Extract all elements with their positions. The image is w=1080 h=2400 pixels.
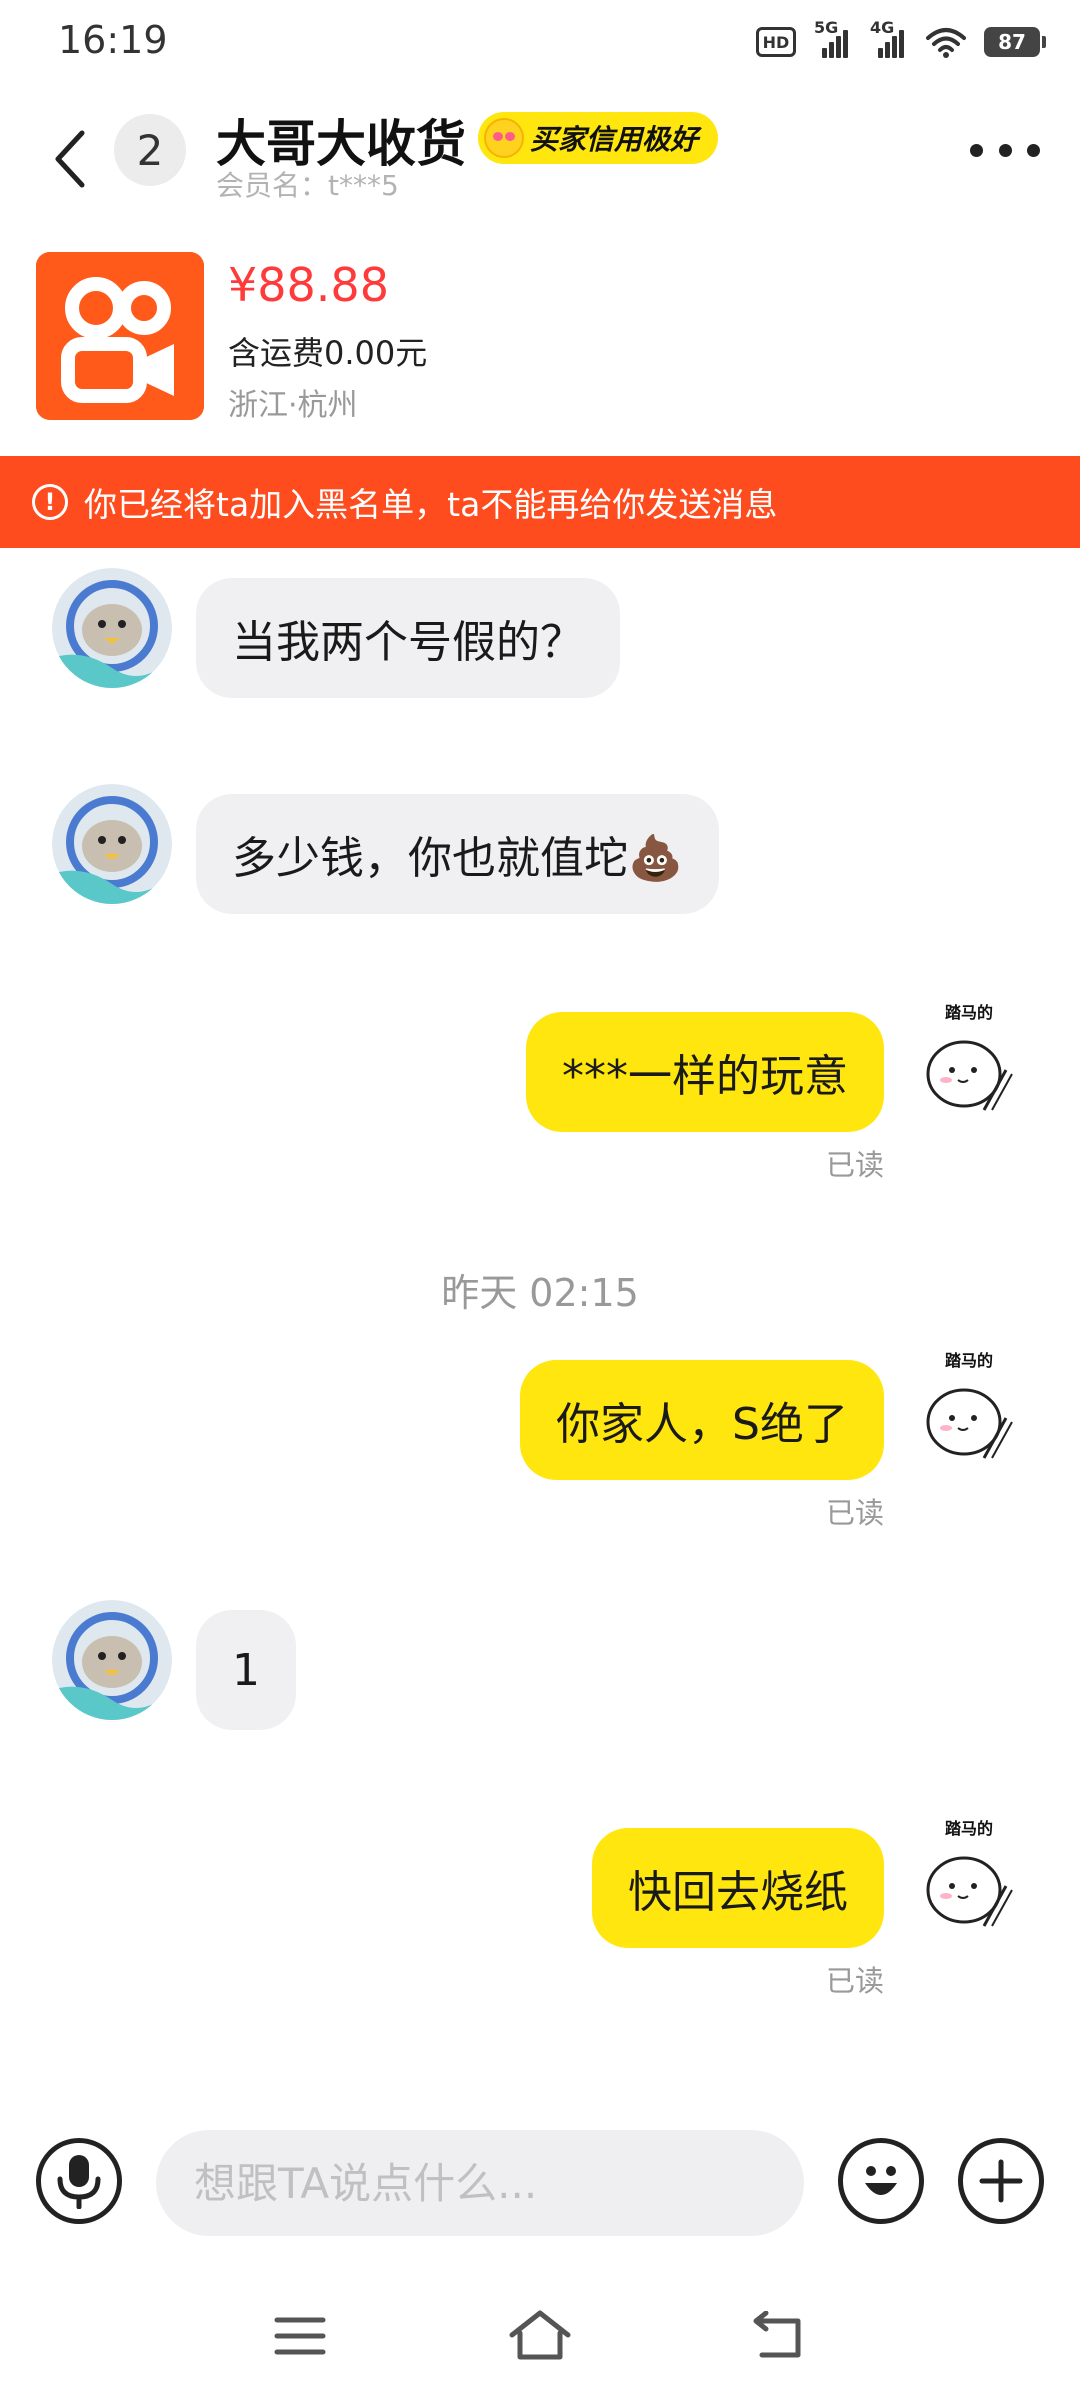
blacklist-notice: 你已经将ta加入黑名单，ta不能再给你发送消息 (84, 485, 778, 524)
otter-avatar-icon (52, 1600, 172, 1720)
cat-sticker-avatar-icon: 踏马的 (926, 1003, 1013, 1111)
product-location: 浙江·杭州 (228, 388, 358, 423)
chevron-left-icon (55, 130, 85, 188)
product-shipping: 含运费0.00元 (228, 334, 428, 372)
message-incoming: 1 (0, 1600, 1080, 1730)
nav-back-button[interactable] (740, 2304, 820, 2368)
message-bubble[interactable]: ***一样的玩意 (526, 1012, 884, 1132)
kuaishou-logo-icon (36, 252, 204, 420)
signal-5g-icon: 5G (814, 18, 852, 58)
svg-text:踏马的: 踏马的 (945, 1819, 993, 1838)
read-receipt: 已读 (825, 1496, 884, 1530)
credit-badge[interactable]: 买家信用极好 (478, 112, 719, 164)
more-dot-icon (1027, 143, 1040, 157)
my-avatar[interactable]: 踏马的 (914, 1348, 1024, 1478)
message-bubble[interactable]: 你家人，S绝了 (520, 1360, 884, 1480)
svg-text:踏马的: 踏马的 (945, 1351, 993, 1370)
chat-header: 2 大哥大收货 买家信用极好 会员名：t***5 (0, 84, 1080, 214)
read-receipt: 已读 (825, 1964, 884, 1998)
plus-icon (979, 2159, 1023, 2203)
message-outgoing: ***一样的玩意 踏马的 已读 (0, 1000, 1080, 1190)
warning-icon: ! (32, 484, 68, 520)
svg-text:踏马的: 踏马的 (945, 1003, 993, 1022)
blacklist-banner: ! 你已经将ta加入黑名单，ta不能再给你发送消息 (0, 456, 1080, 548)
back-arrow-icon (753, 2311, 801, 2358)
member-name: 会员名：t***5 (216, 169, 399, 202)
status-time: 16:19 (58, 18, 168, 62)
my-avatar[interactable]: 踏马的 (914, 1816, 1024, 1946)
microphone-icon (57, 2155, 101, 2209)
message-incoming: 多少钱，你也就值坨💩 (0, 784, 1080, 914)
message-input[interactable] (156, 2130, 804, 2236)
more-actions-button[interactable] (958, 2138, 1044, 2224)
contact-avatar[interactable] (52, 784, 172, 904)
contact-avatar[interactable] (52, 568, 172, 688)
nav-menu-button[interactable] (260, 2304, 340, 2368)
more-options-button[interactable] (970, 130, 1040, 170)
smiley-icon (865, 2166, 897, 2195)
message-bubble[interactable]: 多少钱，你也就值坨💩 (196, 794, 719, 914)
cat-sticker-avatar-icon: 踏马的 (926, 1351, 1013, 1459)
message-bubble[interactable]: 1 (196, 1610, 296, 1730)
otter-avatar-icon (52, 784, 172, 904)
status-icons: HD 5G 4G 87 (756, 18, 1046, 62)
unread-count-badge[interactable]: 2 (114, 114, 186, 186)
status-bar: 16:19 HD 5G 4G 87 (0, 0, 1080, 84)
timestamp-divider: 昨天 02:15 (441, 1271, 639, 1315)
heart-eyes-icon (484, 118, 524, 158)
message-bubble[interactable]: 当我两个号假的？ (196, 578, 620, 698)
home-icon (509, 2310, 571, 2360)
contact-avatar[interactable] (52, 1600, 172, 1720)
hd-icon: HD (756, 27, 796, 57)
nav-home-button[interactable] (500, 2304, 580, 2368)
back-button[interactable] (40, 114, 100, 204)
input-bar (0, 2120, 1080, 2250)
menu-icon (274, 2317, 326, 2355)
cat-sticker-avatar-icon: 踏马的 (926, 1819, 1013, 1927)
message-bubble[interactable]: 快回去烧纸 (592, 1828, 884, 1948)
wifi-icon (926, 28, 966, 58)
emoji-button[interactable] (838, 2138, 924, 2224)
more-dot-icon (970, 143, 983, 157)
signal-4g-icon: 4G (870, 18, 908, 58)
product-card[interactable]: ¥88.88 含运费0.00元 浙江·杭州 (0, 246, 1080, 456)
message-incoming: 当我两个号假的？ (0, 568, 1080, 698)
product-price: ¥88.88 (228, 258, 389, 312)
my-avatar[interactable]: 踏马的 (914, 1000, 1024, 1130)
read-receipt: 已读 (825, 1148, 884, 1182)
otter-avatar-icon (52, 568, 172, 688)
voice-button[interactable] (36, 2138, 122, 2224)
more-dot-icon (998, 143, 1012, 157)
chat-screen: 16:19 HD 5G 4G 87 2 大哥大收货 买家信用极好 会员名：t**… (0, 0, 1080, 2400)
product-thumbnail[interactable] (36, 252, 204, 420)
system-navigation-bar (0, 2290, 1080, 2380)
message-outgoing: 你家人，S绝了 踏马的 已读 (0, 1348, 1080, 1538)
battery-icon: 87 (984, 27, 1046, 57)
message-outgoing: 快回去烧纸 踏马的 已读 (0, 1816, 1080, 2006)
credit-badge-label: 买家信用极好 (530, 123, 699, 156)
